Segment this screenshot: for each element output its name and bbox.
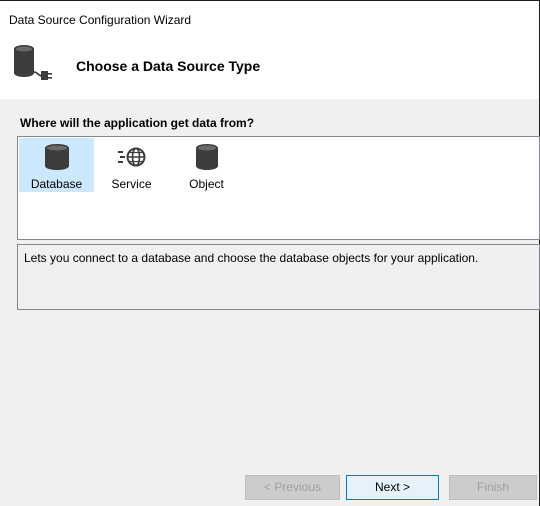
object-cylinder-icon [195, 144, 218, 170]
next-button[interactable]: Next > [346, 475, 439, 500]
page-title: Choose a Data Source Type [76, 58, 261, 74]
source-item-database[interactable]: Database [19, 138, 94, 192]
previous-button[interactable]: < Previous [245, 475, 340, 500]
question-label: Where will the application get data from… [20, 116, 255, 130]
title-bar[interactable]: Data Source Configuration Wizard [0, 1, 539, 32]
data-source-type-list[interactable]: Database Service Object [17, 136, 540, 240]
description-box: Lets you connect to a database and choos… [17, 244, 540, 310]
source-item-service[interactable]: Service [94, 138, 169, 192]
database-icon [44, 144, 69, 170]
service-globe-icon [117, 147, 145, 167]
window-title: Data Source Configuration Wizard [9, 13, 192, 27]
source-item-label: Service [111, 177, 152, 191]
source-item-object[interactable]: Object [169, 138, 244, 192]
source-item-label: Database [30, 177, 83, 191]
source-item-label: Object [189, 177, 224, 191]
database-plug-icon [14, 45, 52, 80]
description-text: Lets you connect to a database and choos… [24, 251, 479, 265]
finish-button[interactable]: Finish [449, 475, 537, 500]
wizard-header: Choose a Data Source Type [0, 32, 539, 99]
